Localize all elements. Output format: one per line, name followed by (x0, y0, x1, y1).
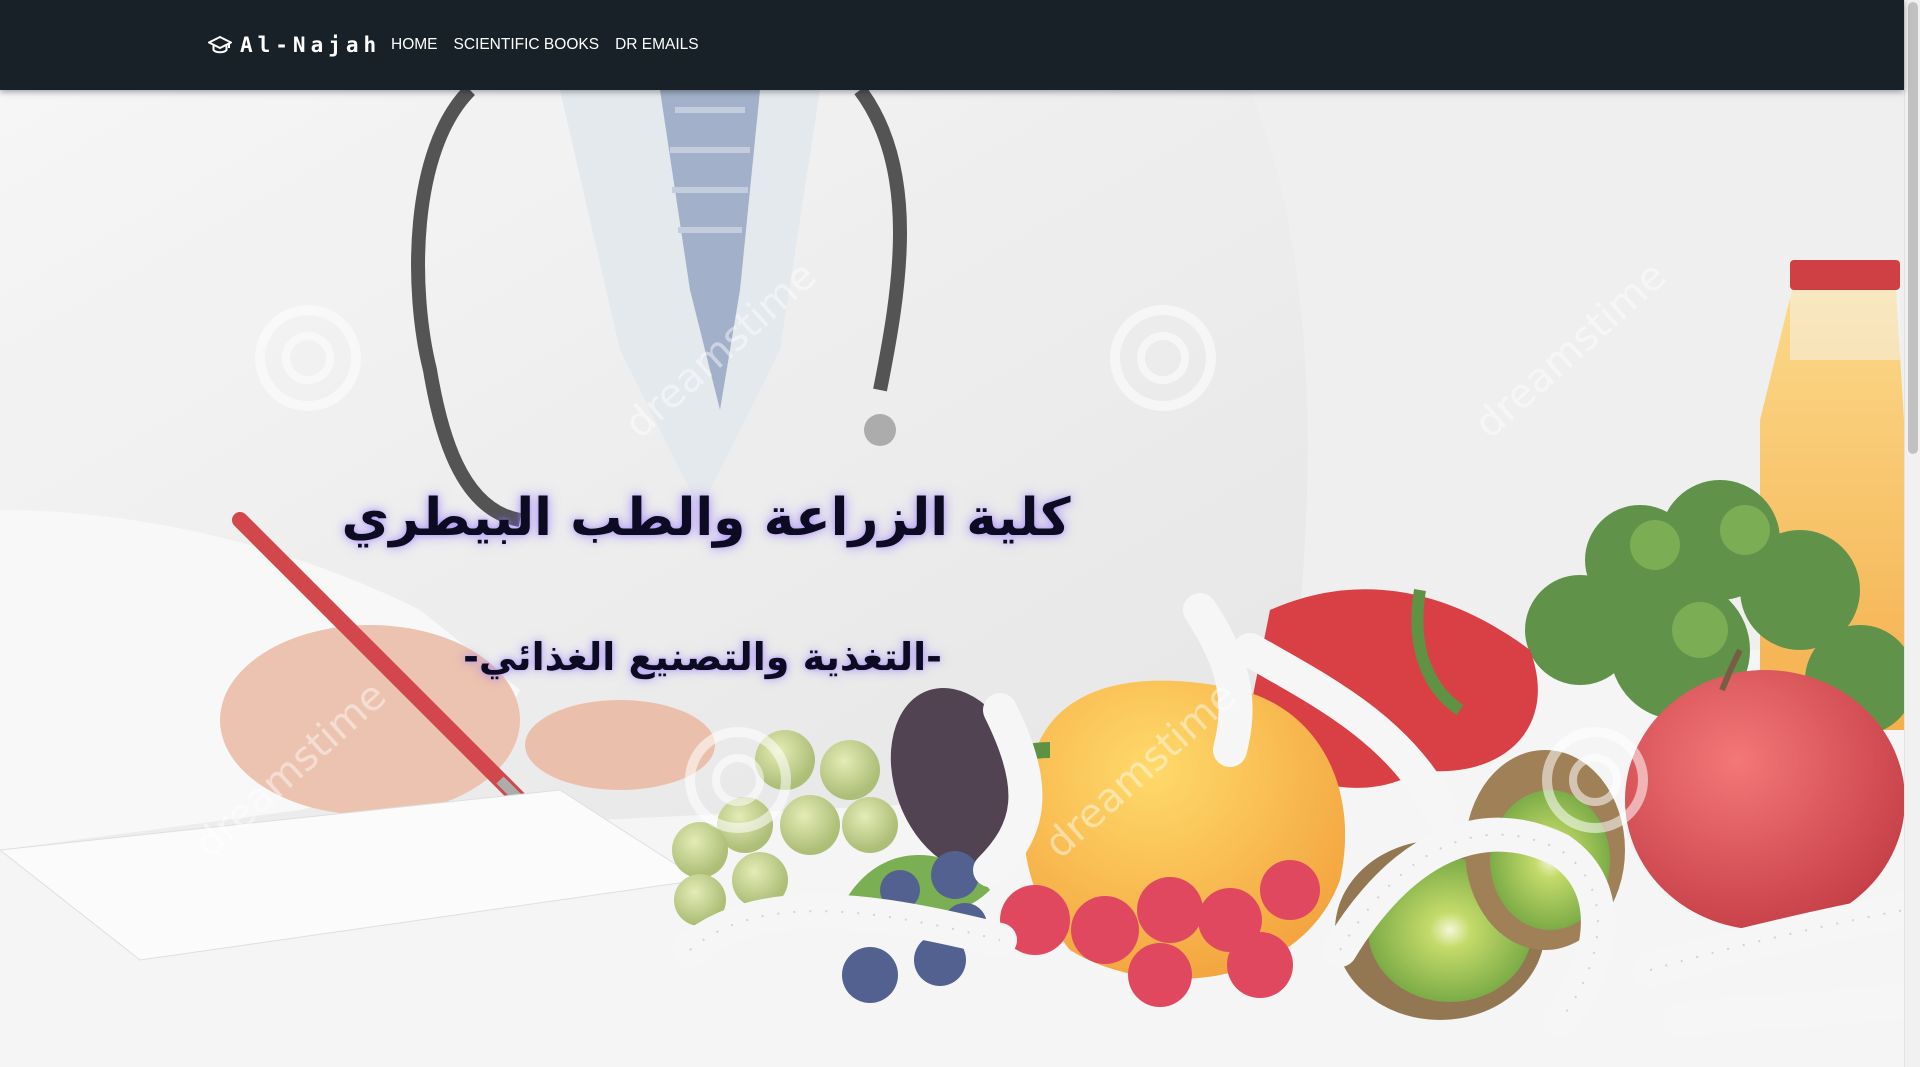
page: Al-Najah HOME SCIENTIFIC BOOKS DR EMAILS (0, 0, 1920, 1067)
top-navbar: Al-Najah HOME SCIENTIFIC BOOKS DR EMAILS (0, 0, 1904, 90)
page-scrollbar[interactable] (1904, 0, 1920, 1067)
brand-text: Al-Najah (240, 33, 382, 57)
brand-link[interactable]: Al-Najah (208, 30, 381, 60)
nav-link-dr-emails[interactable]: DR EMAILS (607, 34, 707, 56)
graduation-cap-icon (208, 33, 232, 57)
hero-section: dreamstime dreamstime dreamstime dreamst… (0, 90, 1904, 1067)
hero-title: كلية الزراعة والطب البيطري (341, 488, 1071, 548)
nav-link-scientific-books[interactable]: SCIENTIFIC BOOKS (446, 34, 608, 56)
hero-background-image: dreamstime dreamstime dreamstime dreamst… (0, 90, 1904, 1067)
scrollbar-thumb[interactable] (1908, 2, 1918, 454)
hero-subtitle: -التغذية والتصنيع الغذائي- (463, 635, 942, 679)
nav-links: HOME SCIENTIFIC BOOKS DR EMAILS (383, 34, 707, 56)
nav-link-home[interactable]: HOME (383, 34, 446, 56)
